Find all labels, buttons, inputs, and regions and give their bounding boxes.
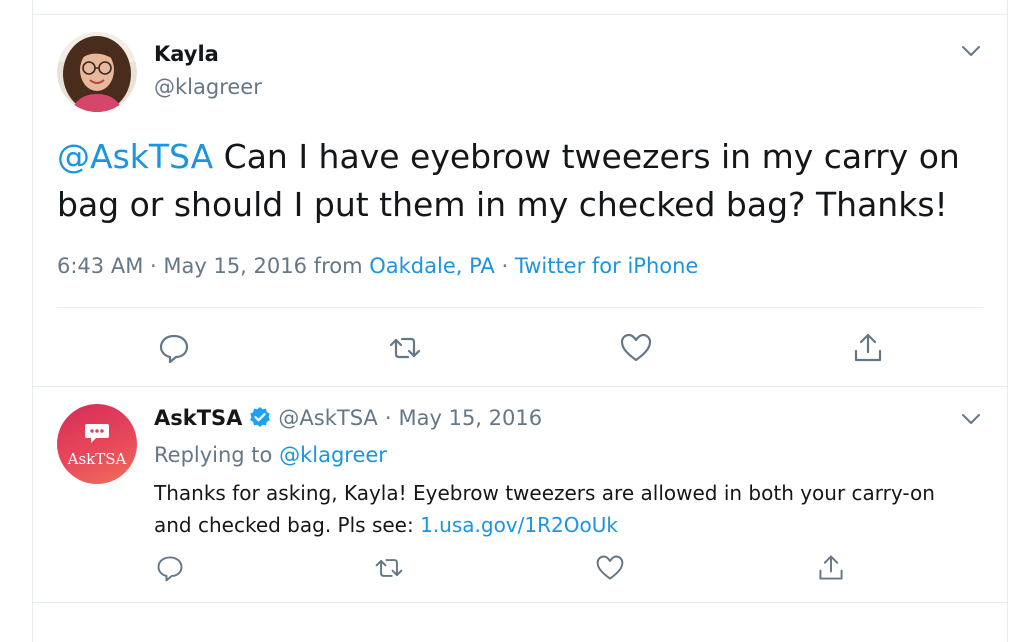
reply-tweet-avatar[interactable]: AskTSA [57, 404, 137, 484]
reply-tweet-date[interactable]: May 15, 2016 [399, 406, 543, 430]
reply-tweet-author-handle[interactable]: @AskTSA [278, 406, 377, 430]
tweet-separator [33, 386, 1007, 387]
main-tweet-meta: 6:43 AM · May 15, 2016 from Oakdale, PA … [57, 254, 698, 278]
chat-bubble-icon [85, 424, 109, 443]
mention-link[interactable]: @AskTSA [57, 137, 213, 176]
top-divider [33, 14, 1007, 15]
chevron-down-icon[interactable] [961, 412, 981, 426]
main-tweet-text: @AskTSA Can I have eyebrow tweezers in m… [57, 133, 987, 229]
replying-to-handle[interactable]: @klagreer [279, 443, 387, 467]
main-tweet-author-name[interactable]: Kayla [154, 42, 219, 66]
share-icon[interactable] [816, 553, 846, 583]
avatar-brand-label: AskTSA [67, 450, 127, 468]
replying-to-line: Replying to @klagreer [154, 443, 387, 467]
meta-dot-2: · [501, 254, 515, 278]
reply-icon[interactable] [157, 331, 191, 365]
action-bar-divider [57, 307, 983, 308]
main-tweet-avatar[interactable] [57, 32, 137, 112]
location-link[interactable]: Oakdale, PA [369, 254, 495, 278]
reply-tweet-text: Thanks for asking, Kayla! Eyebrow tweeze… [154, 477, 974, 541]
retweet-icon[interactable] [388, 331, 422, 365]
reply-icon[interactable] [155, 553, 185, 583]
tweet-date[interactable]: May 15, 2016 [163, 254, 307, 278]
tweet-time[interactable]: 6:43 AM [57, 254, 143, 278]
timeline-column: Kayla @klagreer @AskTSA Can I have eyebr… [32, 0, 1008, 642]
reply-url-link[interactable]: 1.usa.gov/1R2OoUk [420, 513, 618, 537]
meta-dot: · [150, 254, 164, 278]
retweet-icon[interactable] [374, 553, 404, 583]
source-link[interactable]: Twitter for iPhone [515, 254, 699, 278]
like-icon[interactable] [619, 331, 653, 365]
reply-tweet-header: AskTSA @AskTSA · May 15, 2016 [154, 406, 542, 430]
chevron-down-icon[interactable] [961, 44, 981, 58]
reply-tweet-author-name[interactable]: AskTSA [154, 406, 242, 430]
from-label: from [313, 254, 363, 278]
bottom-divider [33, 602, 1007, 603]
verified-badge-icon [250, 407, 271, 427]
user-photo-avatar [57, 32, 137, 112]
main-tweet-author-handle[interactable]: @klagreer [154, 75, 262, 99]
share-icon[interactable] [851, 331, 885, 365]
like-icon[interactable] [595, 553, 625, 583]
header-dot: · [384, 406, 392, 430]
replying-to-label: Replying to [154, 443, 273, 467]
